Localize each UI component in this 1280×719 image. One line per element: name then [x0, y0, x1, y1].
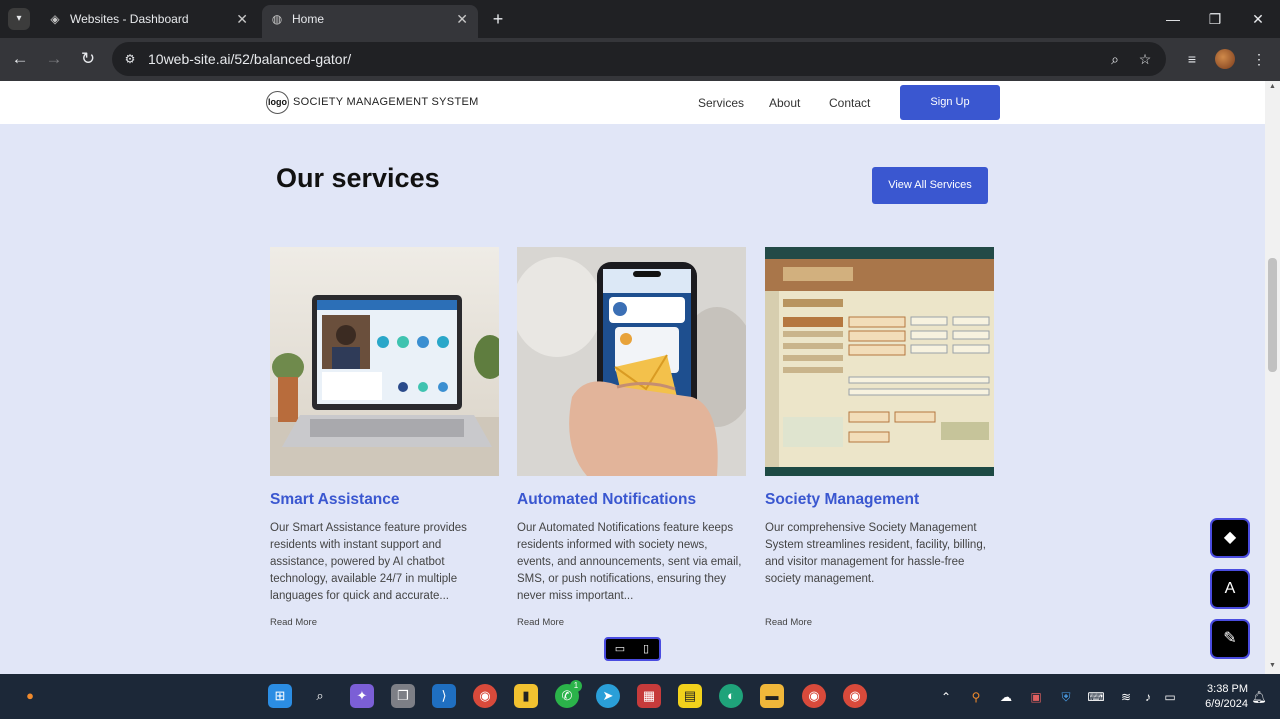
scroll-thumb[interactable]	[1268, 258, 1277, 372]
diamond-ai-icon[interactable]: ◆	[1210, 518, 1250, 558]
close-window-icon[interactable]: ✕	[1246, 8, 1270, 30]
wifi-icon[interactable]: ≋	[1117, 688, 1135, 706]
read-more-link[interactable]: Read More	[270, 617, 317, 628]
web-page: logo SOCIETY MANAGEMENT SYSTEM Services …	[0, 81, 1265, 674]
vscode-icon[interactable]: ⟩	[432, 684, 456, 708]
scroll-up-arrow-icon[interactable]: ▲	[1269, 83, 1276, 90]
minimize-icon[interactable]: —	[1161, 8, 1185, 30]
restore-icon[interactable]: ❐	[1203, 8, 1227, 30]
new-tab-button[interactable]: +	[488, 8, 508, 30]
nav-contact[interactable]: Contact	[829, 96, 870, 110]
site-settings-icon[interactable]: ⚙	[122, 51, 138, 67]
system-clock[interactable]: 3:38 PM 6/9/2024	[1188, 682, 1248, 712]
read-more-link[interactable]: Read More	[517, 617, 564, 628]
reload-icon[interactable]: ↻	[77, 48, 99, 70]
font-color-icon[interactable]: A	[1210, 569, 1250, 609]
profile-avatar[interactable]	[1215, 49, 1235, 69]
tab-title: Websites - Dashboard	[70, 12, 189, 26]
battery-icon[interactable]: ▭	[1161, 688, 1179, 706]
zoom-icon[interactable]: ⌕	[1106, 50, 1124, 68]
reading-list-icon[interactable]: ≡	[1181, 48, 1203, 70]
tab-title: Home	[292, 12, 325, 26]
clock-time: 3:38 PM	[1207, 683, 1248, 695]
nav-about[interactable]: About	[769, 96, 800, 110]
device-preview-toggle[interactable]: ▭ ▯	[604, 637, 661, 661]
security-shield-icon[interactable]: ⛨	[1057, 688, 1075, 706]
store-icon[interactable]: ▦	[637, 684, 661, 708]
card-title[interactable]: Automated Notifications	[517, 491, 696, 509]
windows-start-icon[interactable]: ⊞	[268, 684, 292, 708]
notifications-bell-icon[interactable]: 🔔︎	[1250, 688, 1268, 706]
cloud-icon[interactable]: ☁	[997, 688, 1015, 706]
task-view-icon[interactable]: ❐	[391, 684, 415, 708]
back-arrow-icon[interactable]: ←	[9, 48, 31, 70]
volume-icon[interactable]: ♪	[1139, 688, 1157, 706]
tab-search-chevron-icon[interactable]: ▾	[8, 8, 30, 30]
laptop-video-call-image	[270, 247, 499, 476]
section-heading: Our services	[276, 163, 440, 193]
brand-name[interactable]: SOCIETY MANAGEMENT SYSTEM	[293, 96, 479, 108]
file-icon[interactable]: ▮	[514, 684, 538, 708]
mobile-icon[interactable]: ▯	[636, 641, 656, 657]
more-menu-icon[interactable]: ⋮	[1248, 48, 1270, 70]
show-hidden-icons-chevron-icon[interactable]: ⌃	[937, 688, 955, 706]
chrome-icon[interactable]: ◉	[473, 684, 497, 708]
scroll-down-arrow-icon[interactable]: ▼	[1269, 662, 1276, 669]
tab-home[interactable]: ◍ Home ✕	[262, 5, 478, 38]
site-header: logo SOCIETY MANAGEMENT SYSTEM Services …	[0, 81, 1265, 124]
browser-toolbar: ← → ↻ ⚙ 10web-site.ai/52/balanced-gator/…	[0, 38, 1280, 81]
diamond-logo-icon: ◈	[50, 12, 60, 26]
close-tab-icon[interactable]: ✕	[236, 5, 248, 33]
search-tray-icon[interactable]: ⚲	[967, 688, 985, 706]
card-description: Our Smart Assistance feature provides re…	[270, 522, 467, 602]
nav-services[interactable]: Services	[698, 96, 744, 110]
copilot-icon[interactable]: ✦	[350, 684, 374, 708]
card-title[interactable]: Smart Assistance	[270, 491, 400, 509]
address-bar[interactable]: ⚙ 10web-site.ai/52/balanced-gator/ ⌕ ☆	[112, 42, 1166, 76]
chrome-active-icon[interactable]: ◉	[843, 684, 867, 708]
bookmark-star-icon[interactable]: ☆	[1136, 50, 1154, 68]
chrome-profile-icon[interactable]: ◉	[802, 684, 826, 708]
browser-tab-bar: ▾ ◈ Websites - Dashboard ✕ ◍ Home ✕ + — …	[0, 0, 1280, 38]
view-all-services-button[interactable]: View All Services	[872, 167, 988, 204]
keyboard-icon[interactable]: ⌨	[1087, 688, 1105, 706]
telegram-icon[interactable]: ➤	[596, 684, 620, 708]
page-scrollbar[interactable]: ▲ ▼	[1265, 81, 1280, 674]
card-description: Our Automated Notifications feature keep…	[517, 522, 742, 602]
close-tab-icon[interactable]: ✕	[456, 5, 468, 33]
weather-widget-icon[interactable]: ●	[18, 684, 42, 708]
sticky-notes-icon[interactable]: ▤	[678, 684, 702, 708]
card-title[interactable]: Society Management	[765, 491, 919, 509]
edge-icon[interactable]: ◐	[719, 684, 743, 708]
search-icon[interactable]: ⌕	[308, 684, 332, 708]
pencil-edit-icon[interactable]: ✎	[1210, 619, 1250, 659]
phone-notification-image	[517, 247, 746, 476]
url-text[interactable]: 10web-site.ai/52/balanced-gator/	[148, 51, 351, 67]
notification-badge: 1	[570, 680, 582, 692]
card-description: Our comprehensive Society Management Sys…	[765, 522, 986, 585]
dashboard-form-image	[765, 247, 994, 476]
desktop-icon[interactable]: ▭	[610, 641, 630, 657]
site-logo[interactable]: logo	[266, 91, 289, 114]
read-more-link[interactable]: Read More	[765, 617, 812, 628]
tab-websites-dashboard[interactable]: ◈ Websites - Dashboard ✕	[40, 5, 258, 38]
globe-icon: ◍	[271, 12, 283, 26]
photos-icon[interactable]: ▣	[1027, 688, 1045, 706]
sign-up-button[interactable]: Sign Up	[900, 85, 1000, 120]
clock-date: 6/9/2024	[1205, 698, 1248, 710]
windows-taskbar: ● ⊞ ⌕ ✦ ❐ ⟩ ◉ ▮ ✆ 1 ➤ ▦ ▤ ◐ ▬ ◉ ◉ ⌃ ⚲ ☁ …	[0, 674, 1280, 719]
forward-arrow-icon[interactable]: →	[43, 48, 65, 70]
file-explorer-icon[interactable]: ▬	[760, 684, 784, 708]
